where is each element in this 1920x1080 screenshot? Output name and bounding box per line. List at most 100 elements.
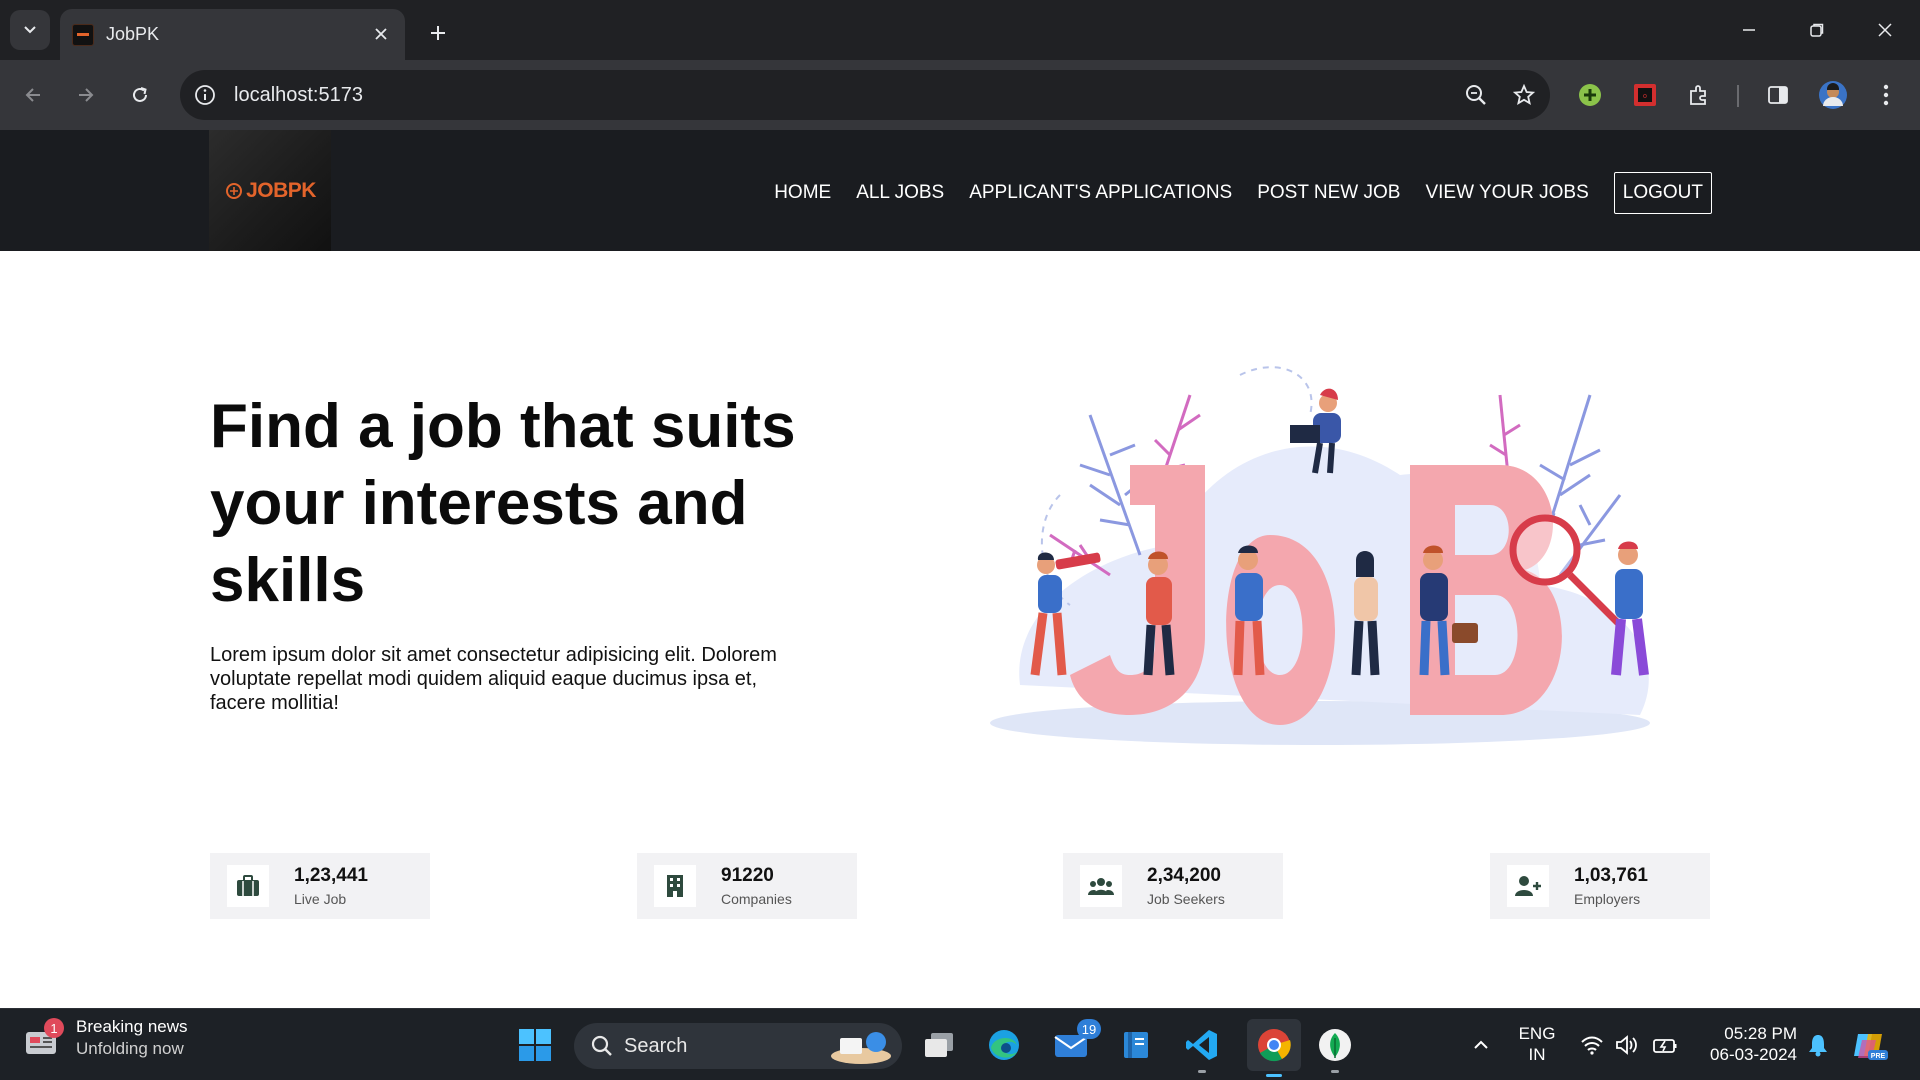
stat-label: Live Job: [294, 891, 347, 907]
bookmark-star-icon[interactable]: [1502, 70, 1546, 120]
leaf-icon: [1319, 1029, 1351, 1061]
site-logo[interactable]: JOBPK: [209, 130, 331, 251]
arrow-left-icon: [25, 88, 40, 102]
nav-all-jobs[interactable]: ALL JOBS: [856, 182, 944, 204]
nav-applicants-applications[interactable]: APPLICANT'S APPLICATIONS: [969, 182, 1232, 204]
chrome-button[interactable]: [1247, 1019, 1301, 1077]
tab-title: JobPK: [106, 24, 160, 44]
browser-menu-icon[interactable]: [1868, 77, 1904, 113]
new-tab-button[interactable]: [420, 15, 456, 51]
reload-button[interactable]: [120, 75, 160, 115]
tab-close-icon[interactable]: [369, 22, 393, 46]
notification-bell-icon[interactable]: [1806, 1009, 1830, 1080]
vscode-button[interactable]: [1180, 1023, 1224, 1073]
copilot-button[interactable]: PRE: [1850, 1009, 1890, 1080]
logo-text: JOBPK: [246, 178, 316, 202]
minimize-button[interactable]: [1726, 10, 1772, 50]
profile-avatar[interactable]: [1815, 77, 1851, 113]
browser-tab-active[interactable]: JobPK: [60, 9, 405, 60]
stat-value: 1,03,761: [1574, 865, 1648, 886]
search-placeholder: Search: [624, 1034, 688, 1057]
clock-date: 06-03-2024: [1710, 1045, 1797, 1064]
extensions-puzzle-icon[interactable]: [1681, 77, 1717, 113]
vscode-icon: [1186, 1030, 1217, 1060]
browser-tabstrip: JobPK: [0, 0, 1920, 60]
running-indicator: [1198, 1070, 1206, 1073]
windows-taskbar: 1 Breaking news Unfolding now Search 19: [0, 1008, 1920, 1080]
side-panel-icon[interactable]: [1760, 77, 1796, 113]
taskbar-search[interactable]: Search: [574, 1023, 902, 1069]
zoom-icon[interactable]: [1454, 70, 1498, 120]
windows-start-button[interactable]: [513, 1023, 557, 1067]
minimize-icon: [1743, 29, 1755, 31]
language-indicator[interactable]: ENG IN: [1517, 1023, 1557, 1065]
news-subtitle: Unfolding now: [76, 1039, 184, 1058]
system-clock[interactable]: 05:28 PM 06-03-2024: [1697, 1023, 1797, 1065]
chrome-icon: [1258, 1029, 1291, 1062]
task-view-button[interactable]: [917, 1023, 961, 1067]
job-search-illustration: [990, 366, 1650, 745]
back-button[interactable]: [13, 75, 53, 115]
mail-badge: 19: [1077, 1019, 1101, 1039]
clock-time: 05:28 PM: [1724, 1024, 1797, 1043]
nav-home[interactable]: HOME: [774, 182, 831, 204]
chevron-up-icon: [1474, 1040, 1488, 1049]
arrow-right-icon: [79, 88, 94, 102]
language-code: ENG: [1518, 1024, 1556, 1043]
hero-title: Find a job that suits your interests and…: [210, 392, 796, 615]
building-icon: [654, 865, 696, 907]
show-hidden-icons[interactable]: [1466, 1009, 1496, 1080]
site-header: JOBPK HOME ALL JOBS APPLICANT'S APPLICAT…: [0, 130, 1920, 251]
news-title: Breaking news: [76, 1017, 188, 1036]
stat-label: Employers: [1574, 891, 1641, 907]
favicon-icon: [72, 23, 94, 46]
windows-logo-icon: [519, 1029, 551, 1061]
edge-browser-button[interactable]: [982, 1023, 1026, 1067]
news-widget[interactable]: 1 Breaking news Unfolding now: [24, 1017, 188, 1059]
task-view-icon: [925, 1033, 953, 1057]
wifi-icon[interactable]: [1578, 1009, 1606, 1080]
news-badge: 1: [44, 1018, 64, 1038]
main-nav: HOME ALL JOBS APPLICANT'S APPLICATIONS P…: [749, 172, 1712, 214]
running-indicator: [1331, 1070, 1339, 1073]
stat-label: Companies: [721, 891, 792, 907]
site-info-icon[interactable]: [180, 70, 230, 120]
stat-employers: 1,03,761 Employers: [1490, 853, 1710, 919]
stat-value: 2,34,200: [1147, 865, 1221, 886]
users-icon: [1080, 865, 1122, 907]
logout-button[interactable]: LOGOUT: [1613, 172, 1712, 214]
mongodb-compass-button[interactable]: [1313, 1023, 1357, 1073]
tab-search-button[interactable]: [10, 10, 50, 50]
stat-value: 91220: [721, 865, 774, 886]
extension-red-icon[interactable]: o: [1627, 77, 1663, 113]
stat-value: 1,23,441: [294, 865, 368, 886]
close-window-button[interactable]: [1862, 10, 1908, 50]
svg-text:PRE: PRE: [1871, 1053, 1886, 1060]
stat-label: Job Seekers: [1147, 891, 1225, 907]
nav-post-new-job[interactable]: POST NEW JOB: [1257, 182, 1400, 204]
nav-view-your-jobs[interactable]: VIEW YOUR JOBS: [1425, 182, 1588, 204]
user-plus-icon: [1507, 865, 1549, 907]
stat-companies: 91220 Companies: [637, 853, 857, 919]
forward-button[interactable]: [66, 75, 106, 115]
url-text: localhost:5173: [234, 83, 363, 106]
close-icon: [1878, 23, 1892, 37]
address-bar[interactable]: localhost:5173: [180, 70, 1550, 120]
notes-icon: [1124, 1032, 1148, 1058]
extension-green-icon[interactable]: [1572, 77, 1608, 113]
restore-button[interactable]: [1794, 10, 1840, 50]
volume-icon[interactable]: [1613, 1009, 1641, 1080]
search-icon: [591, 1035, 612, 1056]
news-icon: 1: [24, 1018, 64, 1058]
copilot-icon: PRE: [1854, 1034, 1888, 1060]
files-app-button[interactable]: [1114, 1023, 1158, 1067]
mail-app-button[interactable]: 19: [1049, 1019, 1101, 1067]
battery-icon[interactable]: [1650, 1009, 1680, 1080]
restore-icon: [1810, 23, 1824, 37]
search-highlight-icon: [831, 1032, 891, 1064]
browser-toolbar: localhost:5173 o: [0, 60, 1920, 130]
region-code: IN: [1528, 1045, 1546, 1064]
active-indicator: [1266, 1074, 1282, 1077]
stat-live-jobs: 1,23,441 Live Job: [210, 853, 430, 919]
logo-mark-icon: [226, 182, 243, 199]
